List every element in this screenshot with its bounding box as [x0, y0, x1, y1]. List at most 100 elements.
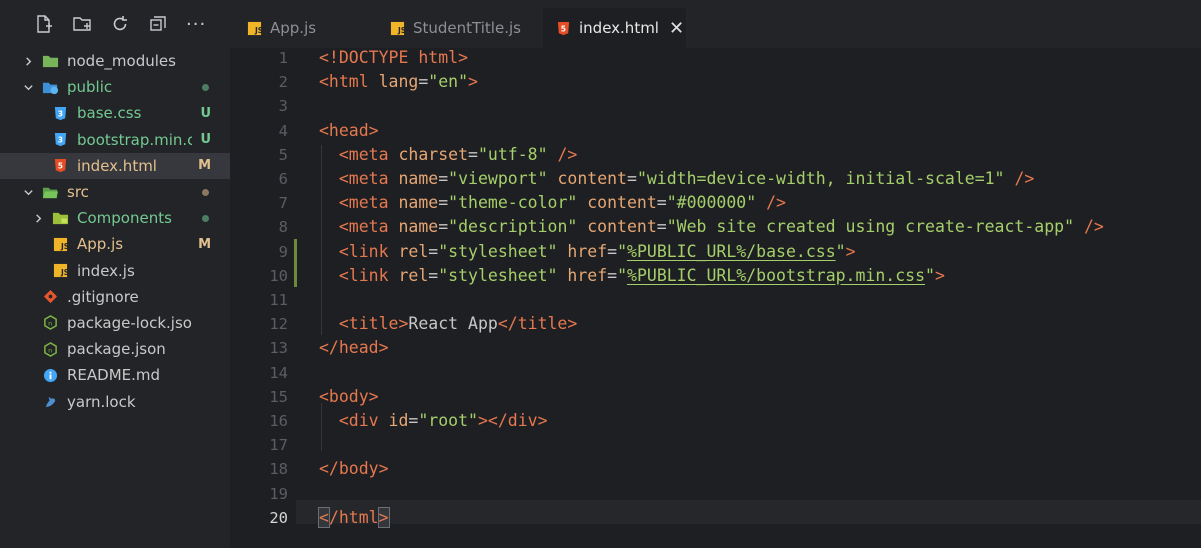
code-token: /> — [1014, 169, 1035, 188]
code-token: name — [398, 193, 439, 213]
tree-item[interactable]: 5 index.html M — [0, 152, 230, 179]
code-line: <body> — [319, 387, 379, 406]
tree-item[interactable]: public — [0, 74, 230, 100]
tree-item-label: bootstrap.min.c... — [77, 130, 192, 149]
tree-item[interactable]: JS index.js — [0, 258, 230, 284]
code-token: <link — [338, 265, 399, 285]
code-token: = — [428, 265, 439, 285]
code-token: </head> — [319, 338, 389, 358]
tab-app-js[interactable]: JS App.js — [230, 8, 373, 48]
code-token: = — [468, 144, 478, 164]
code-token: = — [418, 72, 429, 92]
line-number: 13 — [269, 339, 288, 358]
new-folder-icon[interactable] — [72, 12, 110, 36]
code-token: href — [567, 265, 608, 285]
code-line: <meta name="theme-color" content="#00000… — [319, 193, 786, 212]
tree-item[interactable]: node_modules — [0, 48, 230, 74]
explorer-sidebar: ··· node_modulespublic 3 base.css U 3 bootstr… — [0, 0, 230, 548]
tab-label: index.html — [579, 19, 659, 37]
code-token: = — [607, 265, 618, 285]
code-token: "Web site created using create-react-app… — [666, 217, 1075, 237]
code-editor[interactable]: 1 <!DOCTYPE html> 2 <html lang="en"> 3 4 <head… — [230, 48, 1201, 548]
git-status-badge: U — [200, 132, 211, 148]
code-token: /html — [328, 507, 379, 527]
tree-item-label: Components — [77, 209, 172, 228]
line-number: 3 — [278, 97, 288, 116]
tab-index-html[interactable]: 5 index.html ✕ — [543, 8, 686, 48]
css-file-icon: 3 — [51, 131, 69, 149]
code-line: <meta charset="utf-8" /> — [319, 145, 577, 164]
tree-item[interactable]: .gitignore — [0, 284, 230, 310]
tree-item[interactable]: JS App.js M — [0, 231, 230, 257]
svg-text:JS: JS — [253, 26, 261, 35]
folder-open-icon — [41, 183, 59, 201]
code-token: id — [388, 411, 409, 430]
code-line: <meta name="description" content="Web si… — [319, 217, 1104, 236]
code-token: > — [468, 72, 478, 92]
tree-item[interactable]: n package.json — [0, 336, 230, 362]
code-token: = — [438, 193, 449, 213]
new-file-icon[interactable] — [34, 12, 72, 36]
code-token: name — [398, 169, 439, 188]
code-token: rel — [398, 241, 429, 261]
code-token: = — [627, 169, 637, 188]
code-token: /> — [557, 144, 578, 164]
chevron-right-icon[interactable] — [22, 55, 34, 67]
code-line: <html lang="en"> — [319, 72, 478, 91]
code-token: > — [934, 265, 945, 285]
tree-item[interactable]: Components — [0, 205, 230, 231]
tree-item[interactable]: yarn.lock — [0, 388, 230, 414]
js-file-icon: JS — [51, 235, 69, 253]
tree-item[interactable]: src — [0, 179, 230, 205]
nodejs-file-icon: n — [41, 340, 59, 358]
code-token: "root" — [418, 411, 478, 430]
code-token: <link — [338, 241, 399, 261]
tree-item[interactable]: README.md — [0, 362, 230, 388]
tab-studenttitle-js[interactable]: JS StudentTitle.js — [373, 8, 543, 48]
tree-item[interactable]: 3 bootstrap.min.c... U — [0, 127, 230, 153]
svg-text:JS: JS — [59, 242, 67, 251]
svg-text:n: n — [48, 320, 52, 328]
folder-icon — [41, 52, 59, 70]
chevron-down-icon[interactable] — [22, 81, 34, 93]
svg-text:JS: JS — [396, 26, 404, 35]
tree-item[interactable]: 3 base.css U — [0, 100, 230, 126]
more-icon[interactable]: ··· — [186, 12, 224, 36]
code-token: content — [587, 217, 657, 237]
code-token: </title> — [497, 314, 578, 334]
tree-item-label: .gitignore — [67, 287, 139, 306]
line-number: 6 — [278, 170, 288, 188]
code-token: content — [587, 193, 657, 213]
close-tab-icon[interactable]: ✕ — [669, 18, 684, 39]
code-token: "utf-8" — [477, 144, 548, 164]
code-token: " — [617, 265, 628, 285]
chevron-down-icon[interactable] — [22, 186, 34, 198]
code-token: /> — [1083, 217, 1104, 237]
line-number: 19 — [269, 484, 288, 503]
git-status-badge: M — [198, 236, 211, 252]
tree-item-label: node_modules — [67, 52, 176, 71]
line-number: 5 — [278, 145, 288, 164]
chevron-right-icon[interactable] — [32, 212, 44, 224]
tree-item-label: package.json — [67, 340, 166, 359]
code-token: <meta — [338, 169, 399, 188]
code-token: charset — [398, 144, 469, 164]
tree-item[interactable]: n package-lock.json — [0, 310, 230, 336]
git-status-badge: U — [200, 105, 211, 121]
tab-label: App.js — [270, 19, 317, 37]
tree-item-label: index.js — [77, 261, 135, 280]
tree-item-label: App.js — [77, 235, 124, 254]
collapse-all-icon[interactable] — [148, 12, 186, 36]
refresh-icon[interactable] — [110, 12, 148, 36]
svg-text:JS: JS — [59, 268, 67, 277]
code-line: <div id="root"></div> — [319, 411, 548, 430]
